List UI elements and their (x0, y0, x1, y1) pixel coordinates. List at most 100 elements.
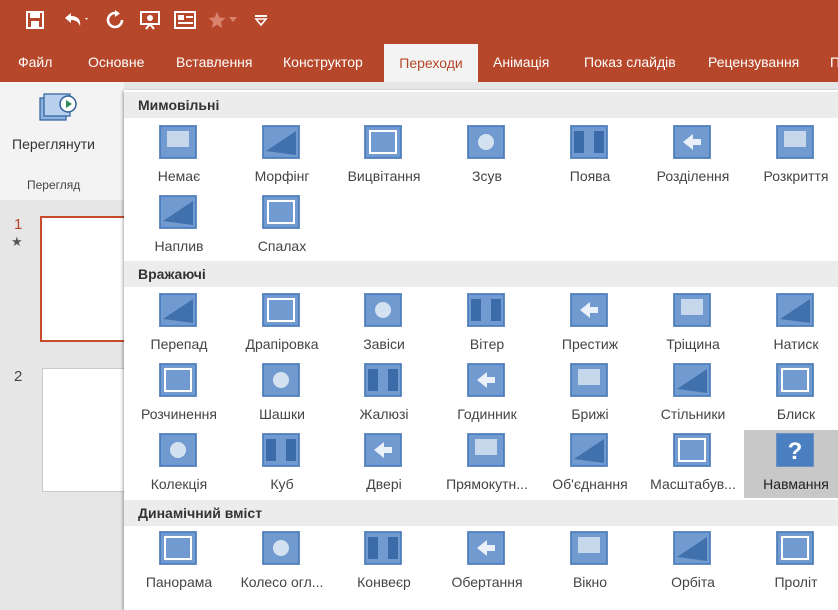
transition-item[interactable]: Колекція (127, 430, 231, 498)
transition-label: Стільники (660, 406, 726, 422)
transition-item[interactable]: Наплив (127, 192, 231, 260)
transition-item[interactable]: Вікно (538, 528, 642, 596)
tab-insert[interactable]: Вставлення (176, 42, 253, 82)
transition-item[interactable]: Розкриття (744, 122, 838, 190)
form-icon[interactable] (172, 8, 198, 32)
transition-item[interactable]: Розділення (641, 122, 745, 190)
transition-item[interactable]: Шашки (230, 360, 334, 428)
section-header: Мимовільні (124, 92, 838, 118)
transition-label: Вітер (469, 336, 505, 352)
transition-item[interactable]: Жалюзі (332, 360, 436, 428)
cube-transition-icon (262, 433, 300, 467)
transition-item[interactable]: Колесо огл... (230, 528, 334, 596)
tab-transitions[interactable]: Переходи (384, 44, 478, 82)
none-transition-icon (159, 125, 197, 159)
transition-label: Брижі (571, 406, 609, 422)
transition-label: Морфінг (254, 168, 310, 184)
section-header: Вражаючі (124, 261, 838, 287)
transition-item[interactable]: Тріщина (641, 290, 745, 358)
fall-over-transition-icon (159, 293, 197, 327)
transition-item[interactable]: Розчинення (127, 360, 231, 428)
transition-item[interactable]: Об'єднання (538, 430, 642, 498)
dissolve-transition-icon (159, 363, 197, 397)
conveyor-transition-icon (364, 531, 402, 565)
transition-item[interactable]: Прямокутн... (435, 430, 539, 498)
preview-label: Переглянути (12, 136, 95, 152)
transition-item[interactable]: Орбіта (641, 528, 745, 596)
transition-item[interactable]: Поява (538, 122, 642, 190)
transition-item[interactable]: Блиск (744, 360, 838, 428)
transition-label: Двері (366, 476, 402, 492)
fly-through-transition-icon (776, 531, 814, 565)
transition-label: Спалах (257, 238, 307, 254)
redo-icon[interactable] (102, 8, 128, 32)
transition-item[interactable]: Обертання (435, 528, 539, 596)
transition-item[interactable]: Двері (332, 430, 436, 498)
slide-thumbnail[interactable] (40, 216, 130, 342)
transition-item[interactable]: Стільники (641, 360, 745, 428)
transition-item[interactable]: Немає (127, 122, 231, 190)
transition-item[interactable]: Вицвітання (332, 122, 436, 190)
transition-item[interactable]: Проліт (744, 528, 838, 596)
transition-item[interactable]: Завіси (332, 290, 436, 358)
curtains-transition-icon (364, 293, 402, 327)
save-icon[interactable] (22, 8, 48, 32)
transition-item[interactable]: Драпіровка (230, 290, 334, 358)
transition-item[interactable]: Перепад (127, 290, 231, 358)
transition-label: Конвеєр (357, 574, 411, 590)
tab-animations[interactable]: Анімація (493, 42, 549, 82)
transition-label: Поява (569, 168, 611, 184)
transition-label: Вицвітання (347, 168, 421, 184)
preview-button[interactable]: Переглянути (8, 86, 108, 156)
slide-number: 1 (14, 216, 23, 233)
transition-label: Зсув (472, 168, 502, 184)
box-transition-icon (467, 433, 505, 467)
transition-label: Об'єднання (552, 476, 628, 492)
gallery-transition-icon (159, 433, 197, 467)
transition-item[interactable]: Натиск (744, 290, 838, 358)
clock-transition-icon (467, 363, 505, 397)
tab-slide-show[interactable]: Показ слайдів (584, 42, 676, 82)
transition-item[interactable]: Брижі (538, 360, 642, 428)
transition-item[interactable]: Спалах (230, 192, 334, 260)
random-transition-icon: ? (776, 433, 814, 467)
transition-item[interactable]: Зсув (435, 122, 539, 190)
crush-transition-icon (776, 293, 814, 327)
transition-item[interactable]: ? Навмання (744, 430, 838, 498)
tab-file[interactable]: Файл (18, 42, 52, 82)
comb-transition-icon (570, 433, 608, 467)
transition-item[interactable]: Куб (230, 430, 334, 498)
tab-design[interactable]: Конструктор (283, 42, 363, 82)
transition-item[interactable]: Конвеєр (332, 528, 436, 596)
svg-text:?: ? (788, 438, 803, 465)
transition-label: Колекція (150, 476, 208, 492)
transition-label: Проліт (774, 574, 818, 590)
cover-transition-icon (159, 195, 197, 229)
transition-item[interactable]: Престиж (538, 290, 642, 358)
transition-item[interactable]: Масштабув... (641, 430, 745, 498)
transition-label: Блиск (776, 406, 816, 422)
transition-label: Розділення (656, 168, 730, 184)
prestige-transition-icon (570, 293, 608, 327)
transition-label: Жалюзі (359, 406, 409, 422)
transition-label: Наплив (154, 238, 204, 254)
transition-label: Навмання (763, 476, 829, 492)
push-transition-icon (467, 125, 505, 159)
transition-item[interactable]: Панорама (127, 528, 231, 596)
undo-icon[interactable] (58, 8, 94, 32)
tab-review[interactable]: Рецензування (708, 42, 799, 82)
section-header: Динамічний вміст (124, 500, 838, 526)
animation-star-icon: ★ (11, 234, 23, 249)
transition-item[interactable]: Годинник (435, 360, 539, 428)
transition-label: Перепад (150, 336, 208, 352)
from-beginning-icon[interactable] (137, 8, 163, 32)
transition-item[interactable]: Вітер (435, 290, 539, 358)
wind-transition-icon (467, 293, 505, 327)
tab-view[interactable]: П (830, 42, 838, 82)
tab-home[interactable]: Основне (88, 42, 144, 82)
slide-thumbnail[interactable] (42, 368, 130, 492)
reveal-transition-icon (776, 125, 814, 159)
customize-dropdown-icon[interactable] (248, 8, 274, 32)
transition-item[interactable]: Морфінг (230, 122, 334, 190)
chevron-down-icon[interactable] (226, 8, 240, 32)
